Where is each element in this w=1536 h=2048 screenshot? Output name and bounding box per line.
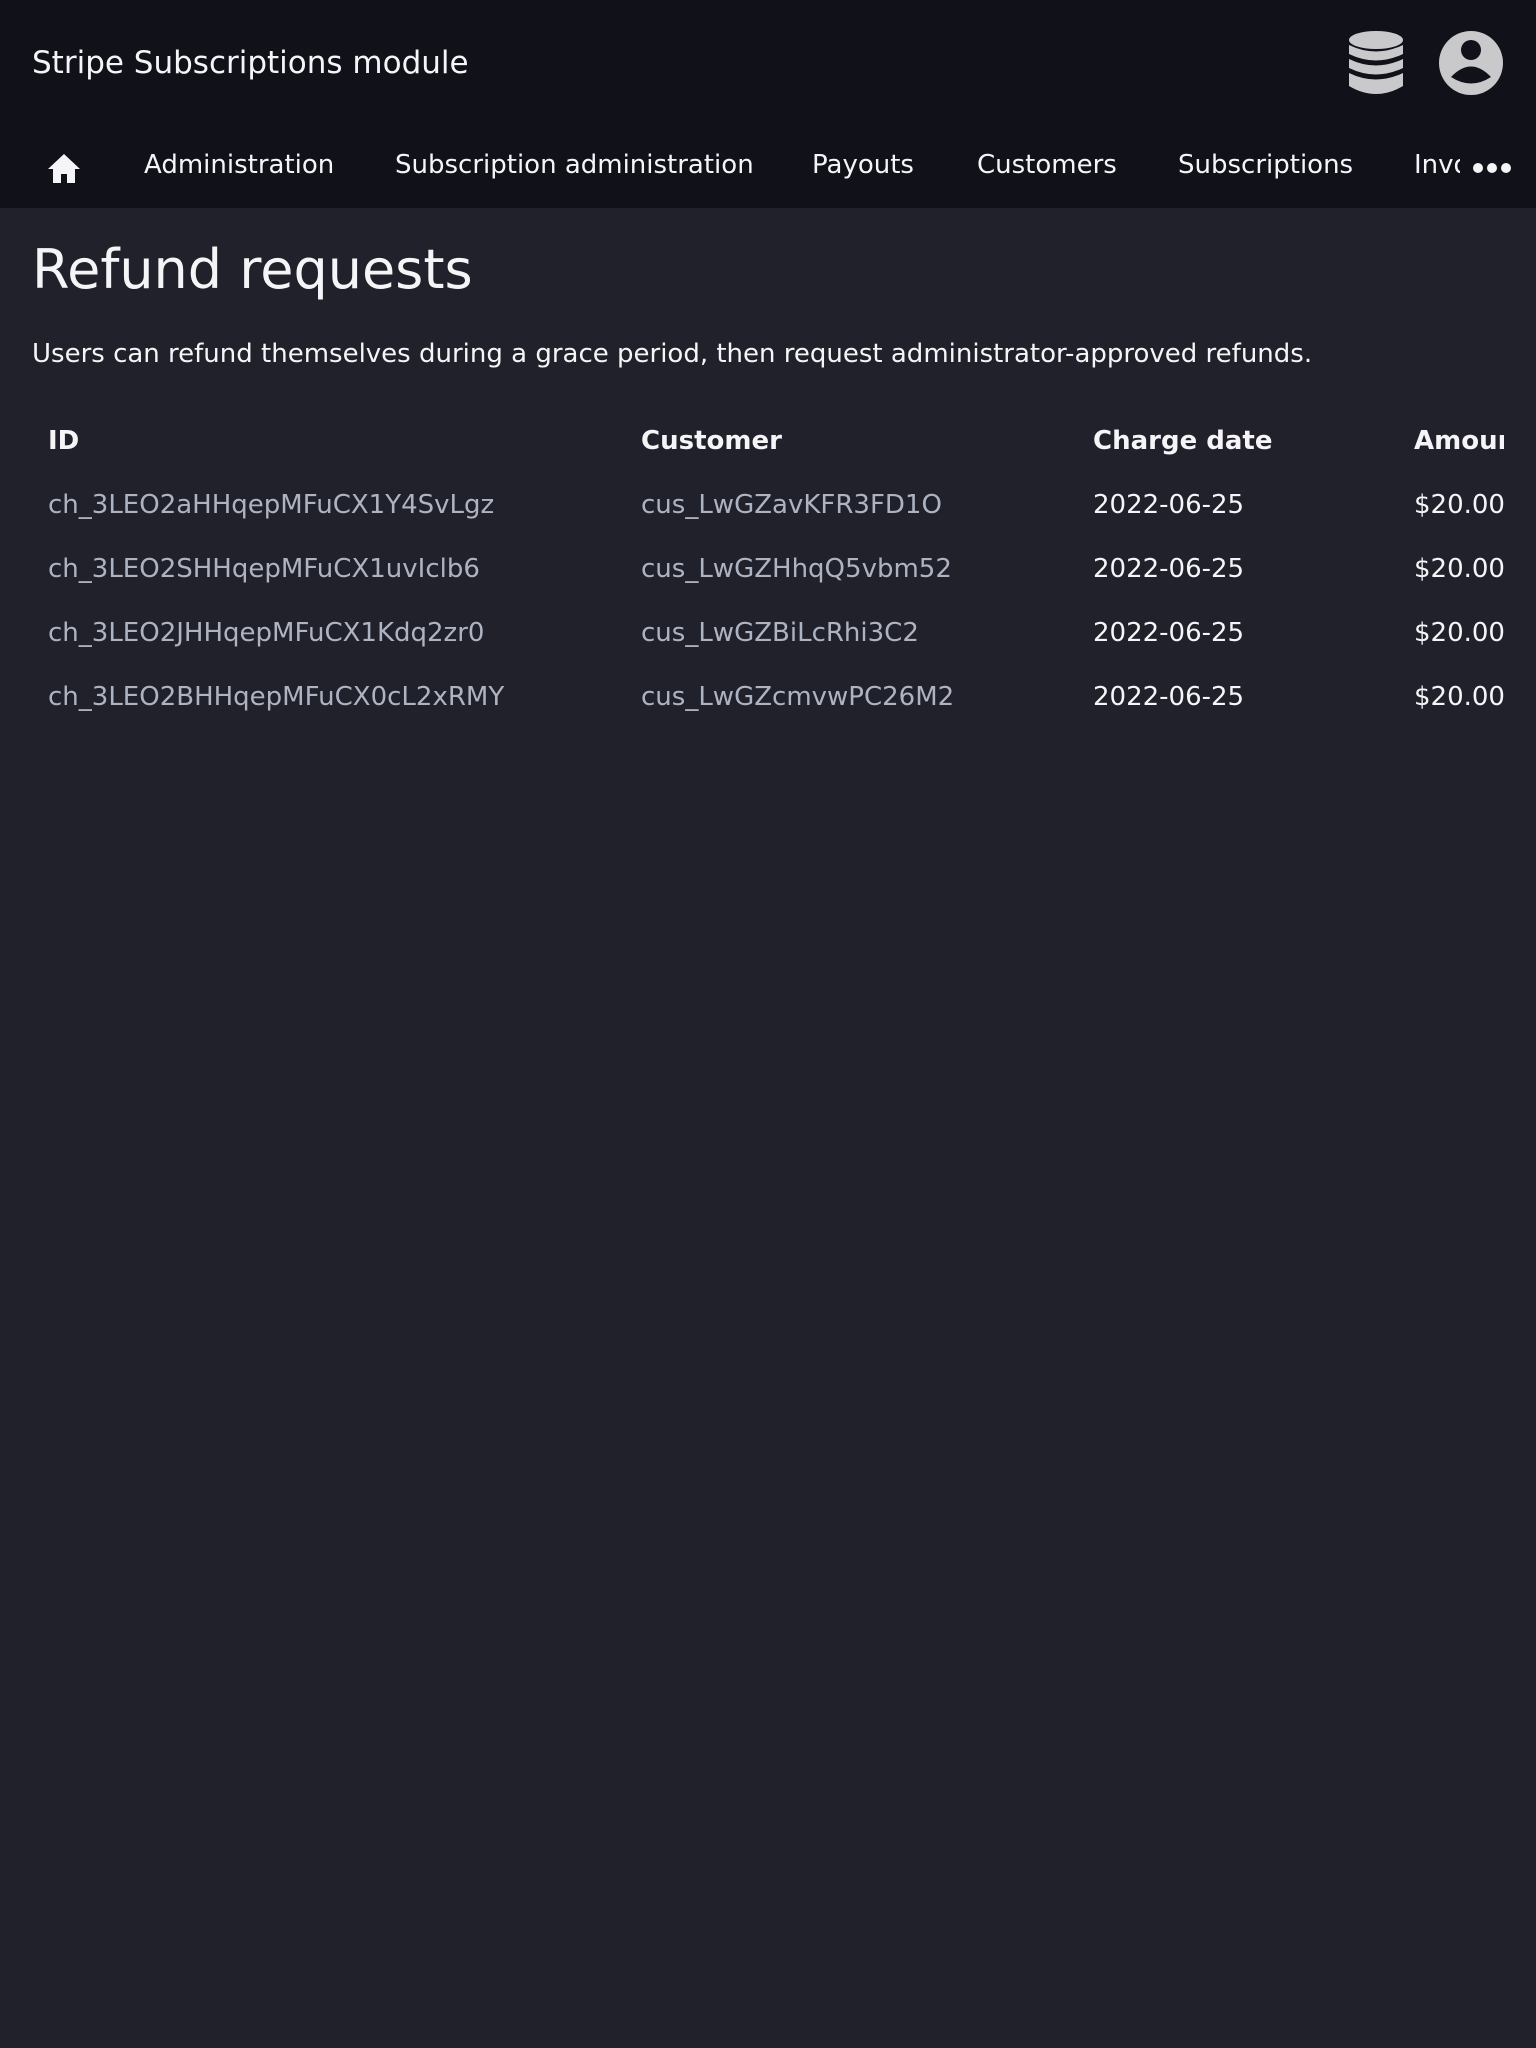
nav-item-subscriptions[interactable]: Subscriptions [1178, 148, 1353, 182]
charge-date: 2022-06-25 [1093, 618, 1245, 648]
nav-overflow-clip: Invoices [1414, 148, 1460, 182]
amount: $20.00 [1414, 618, 1504, 648]
user-account-icon[interactable] [1438, 30, 1504, 96]
column-header-amount: Amount [1414, 426, 1504, 456]
customer-id-link[interactable]: cus_LwGZBiLcRhi3C2 [641, 616, 919, 650]
charge-id-link[interactable]: ch_3LEO2BHHqepMFuCX0cL2xRMY [48, 680, 504, 714]
charge-id-link[interactable]: ch_3LEO2SHHqepMFuCX1uvIclb6 [48, 552, 480, 586]
top-bar: Stripe Subscriptions module [0, 0, 1536, 126]
refund-requests-table: ID Customer Charge date Amount ch_3LEO2a… [32, 414, 1504, 734]
more-horizontal-icon[interactable] [1472, 156, 1512, 180]
nav-item-subscription-administration[interactable]: Subscription administration [395, 148, 754, 182]
charge-date: 2022-06-25 [1093, 554, 1245, 584]
charge-date: 2022-06-25 [1093, 490, 1245, 520]
nav-item-customers[interactable]: Customers [977, 148, 1117, 182]
amount: $20.00 [1414, 682, 1504, 712]
column-header-id: ID [48, 426, 80, 456]
nav-item-invoices[interactable]: Invoices [1414, 148, 1460, 182]
column-header-customer: Customer [641, 426, 782, 456]
customer-id-link[interactable]: cus_LwGZcmvwPC26M2 [641, 680, 954, 714]
main-navigation: Administration Subscription administrati… [0, 126, 1536, 208]
nav-item-payouts[interactable]: Payouts [812, 148, 914, 182]
app-title[interactable]: Stripe Subscriptions module [32, 44, 469, 82]
customer-id-link[interactable]: cus_LwGZHhqQ5vbm52 [641, 552, 952, 586]
page-title: Refund requests [32, 238, 473, 301]
database-icon[interactable] [1346, 30, 1406, 98]
column-header-charge-date: Charge date [1093, 426, 1273, 456]
page-description: Users can refund themselves during a gra… [32, 339, 1313, 369]
amount: $20.00 [1414, 554, 1504, 584]
charge-id-link[interactable]: ch_3LEO2aHHqepMFuCX1Y4SvLgz [48, 488, 494, 522]
charge-date: 2022-06-25 [1093, 682, 1245, 712]
charge-id-link[interactable]: ch_3LEO2JHHqepMFuCX1Kdq2zr0 [48, 616, 484, 650]
nav-item-administration[interactable]: Administration [144, 148, 334, 182]
customer-id-link[interactable]: cus_LwGZavKFR3FD1O [641, 488, 942, 522]
amount: $20.00 [1414, 490, 1504, 520]
home-icon[interactable] [46, 150, 82, 186]
